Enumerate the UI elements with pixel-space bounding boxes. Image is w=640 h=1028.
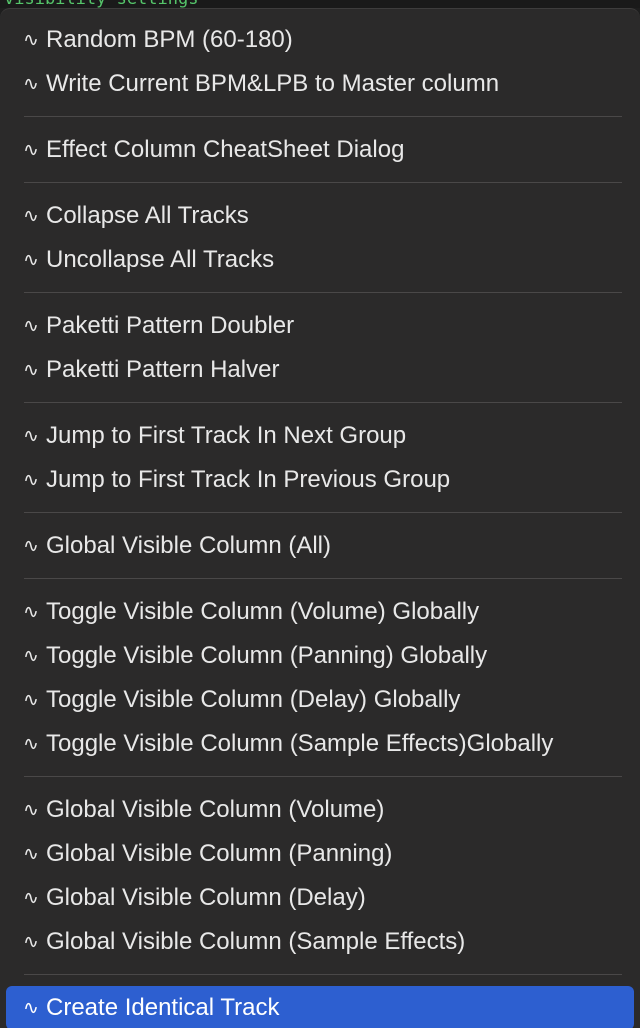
screen: visibility settings ∿ Random BPM (60-180)… bbox=[0, 0, 640, 1028]
menu-item-label: Toggle Visible Column (Panning) Globally bbox=[46, 642, 488, 669]
menu-item[interactable]: ∿ Global Visible Column (Panning) bbox=[6, 832, 634, 876]
context-menu: ∿ Random BPM (60-180) ∿ Write Current BPM&L… bbox=[0, 8, 640, 1028]
menu-item-label: Jump to First Track In Previous Group bbox=[46, 466, 451, 493]
menu-item-label: Global Visible Column (Panning) bbox=[46, 840, 393, 867]
tilde-wave-icon: ∿ bbox=[23, 470, 39, 491]
menu-item[interactable]: ∿ Toggle Visible Column (Delay) Globally bbox=[6, 678, 634, 722]
menu-item-label: Global Visible Column (Sample Effects) bbox=[46, 928, 466, 955]
menu-item-label: Write Current BPM&LPB to Master column bbox=[46, 70, 500, 97]
menu-item-selected[interactable]: ∿ Create Identical Track bbox=[6, 986, 634, 1028]
tilde-wave-icon: ∿ bbox=[23, 74, 39, 95]
menu-separator bbox=[0, 282, 640, 304]
tilde-wave-icon: ∿ bbox=[23, 800, 39, 821]
menu-item-label: Paketti Pattern Halver bbox=[46, 356, 280, 383]
menu-separator bbox=[0, 172, 640, 194]
tilde-wave-icon: ∿ bbox=[23, 30, 39, 51]
tilde-wave-icon: ∿ bbox=[23, 316, 39, 337]
tilde-wave-icon: ∿ bbox=[23, 844, 39, 865]
menu-item[interactable]: ∿ Global Visible Column (Volume) bbox=[6, 788, 634, 832]
tilde-wave-icon: ∿ bbox=[23, 932, 39, 953]
menu-items: ∿ Random BPM (60-180) ∿ Write Current BPM&L… bbox=[0, 18, 640, 1028]
menu-item[interactable]: ∿ Jump to First Track In Next Group bbox=[6, 414, 634, 458]
menu-item[interactable]: ∿ Collapse All Tracks bbox=[6, 194, 634, 238]
menu-separator bbox=[0, 502, 640, 524]
tilde-wave-icon: ∿ bbox=[23, 998, 39, 1019]
menu-item-label: Global Visible Column (Volume) bbox=[46, 796, 385, 823]
tilde-wave-icon: ∿ bbox=[23, 250, 39, 271]
menu-item[interactable]: ∿ Toggle Visible Column (Volume) Globally bbox=[6, 590, 634, 634]
menu-item-label: Toggle Visible Column (Volume) Globally bbox=[46, 598, 480, 625]
menu-item-label: Random BPM (60-180) bbox=[46, 26, 293, 53]
menu-item-label: Global Visible Column (Delay) bbox=[46, 884, 366, 911]
menu-separator bbox=[0, 106, 640, 128]
menu-separator bbox=[0, 766, 640, 788]
menu-item-label: Uncollapse All Tracks bbox=[46, 246, 275, 273]
tilde-wave-icon: ∿ bbox=[23, 206, 39, 227]
tilde-wave-icon: ∿ bbox=[23, 734, 39, 755]
menu-item[interactable]: ∿ Effect Column CheatSheet Dialog bbox=[6, 128, 634, 172]
menu-item-label: Create Identical Track bbox=[46, 994, 280, 1021]
menu-item[interactable]: ∿ Random BPM (60-180) bbox=[6, 18, 634, 62]
menu-item-label: Global Visible Column (All) bbox=[46, 532, 331, 559]
menu-item-label: Effect Column CheatSheet Dialog bbox=[46, 136, 405, 163]
menu-item-label: Paketti Pattern Doubler bbox=[46, 312, 295, 339]
menu-item[interactable]: ∿ Paketti Pattern Halver bbox=[6, 348, 634, 392]
menu-item-label: Toggle Visible Column (Sample Effects)Gl… bbox=[46, 730, 554, 757]
menu-item[interactable]: ∿ Write Current BPM&LPB to Master column bbox=[6, 62, 634, 106]
background-editor: visibility settings bbox=[0, 0, 640, 8]
tilde-wave-icon: ∿ bbox=[23, 426, 39, 447]
tilde-wave-icon: ∿ bbox=[23, 690, 39, 711]
background-code-text: visibility settings bbox=[4, 0, 198, 8]
menu-separator bbox=[0, 964, 640, 986]
tilde-wave-icon: ∿ bbox=[23, 646, 39, 667]
menu-item-label: Toggle Visible Column (Delay) Globally bbox=[46, 686, 461, 713]
menu-item-label: Collapse All Tracks bbox=[46, 202, 249, 229]
tilde-wave-icon: ∿ bbox=[23, 602, 39, 623]
tilde-wave-icon: ∿ bbox=[23, 140, 39, 161]
tilde-wave-icon: ∿ bbox=[23, 536, 39, 557]
menu-item[interactable]: ∿ Global Visible Column (Delay) bbox=[6, 876, 634, 920]
tilde-wave-icon: ∿ bbox=[23, 888, 39, 909]
menu-item[interactable]: ∿ Global Visible Column (All) bbox=[6, 524, 634, 568]
menu-separator bbox=[0, 392, 640, 414]
menu-separator bbox=[0, 568, 640, 590]
menu-item[interactable]: ∿ Paketti Pattern Doubler bbox=[6, 304, 634, 348]
menu-item[interactable]: ∿ Global Visible Column (Sample Effects) bbox=[6, 920, 634, 964]
menu-item[interactable]: ∿ Toggle Visible Column (Panning) Globall… bbox=[6, 634, 634, 678]
menu-item[interactable]: ∿ Uncollapse All Tracks bbox=[6, 238, 634, 282]
menu-item-label: Jump to First Track In Next Group bbox=[46, 422, 407, 449]
menu-item[interactable]: ∿ Toggle Visible Column (Sample Effects)G… bbox=[6, 722, 634, 766]
menu-item[interactable]: ∿ Jump to First Track In Previous Group bbox=[6, 458, 634, 502]
tilde-wave-icon: ∿ bbox=[23, 360, 39, 381]
